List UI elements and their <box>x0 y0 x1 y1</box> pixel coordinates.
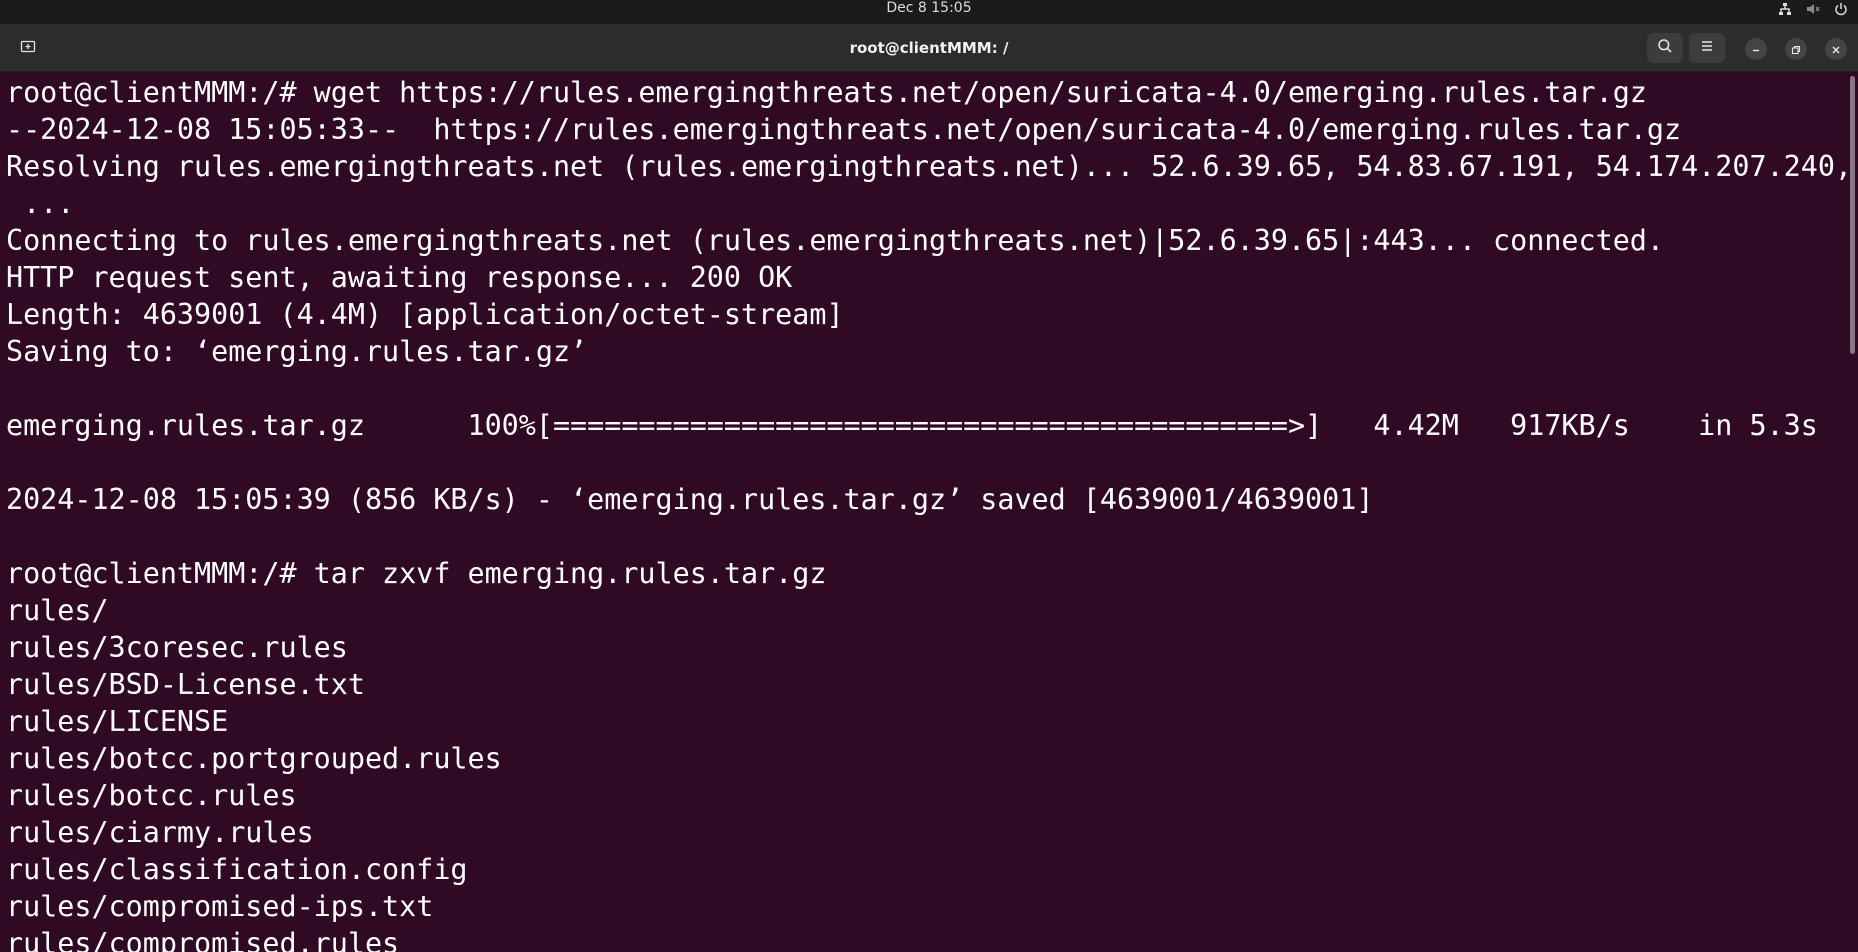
terminal-line: rules/compromised.rules <box>6 927 400 952</box>
terminal-line: Resolving rules.emergingthreats.net (rul… <box>6 150 1846 183</box>
terminal-line: ... <box>6 187 75 220</box>
minimize-icon <box>1751 40 1761 59</box>
terminal-line: emerging.rules.tar.gz 100%[=============… <box>6 409 1818 442</box>
terminal-line: rules/BSD-License.txt <box>6 668 365 701</box>
window-title: root@clientMMM: / <box>849 39 1009 57</box>
power-icon[interactable] <box>1834 2 1848 16</box>
terminal-line: rules/compromised-ips.txt <box>6 890 434 923</box>
terminal-line: rules/botcc.rules <box>6 779 297 812</box>
network-icon[interactable] <box>1778 2 1792 16</box>
terminal-line: 2024-12-08 15:05:39 (856 KB/s) - ‘emergi… <box>6 483 1374 516</box>
system-tray[interactable] <box>1778 0 1848 17</box>
terminal-scrollbar[interactable] <box>1846 72 1858 952</box>
terminal-line: root@clientMMM:/# tar zxvf emerging.rule… <box>6 557 827 590</box>
terminal-line: root@clientMMM:/# wget https://rules.eme… <box>6 76 1647 109</box>
terminal-line: rules/LICENSE <box>6 705 229 738</box>
terminal-line: rules/ciarmy.rules <box>6 816 314 849</box>
scrollbar-thumb[interactable] <box>1850 76 1855 354</box>
clock[interactable]: Dec 8 15:05 <box>0 0 1858 24</box>
minimize-button[interactable] <box>1745 38 1767 60</box>
terminal-header-bar: root@clientMMM: / <box>0 24 1858 72</box>
system-top-bar: Dec 8 15:05 <box>0 0 1858 24</box>
restore-button[interactable] <box>1785 38 1807 60</box>
terminal-line: rules/3coresec.rules <box>6 631 348 664</box>
terminal-line: rules/botcc.portgrouped.rules <box>6 742 502 775</box>
terminal-line: --2024-12-08 15:05:33-- https://rules.em… <box>6 113 1682 146</box>
terminal-output[interactable]: root@clientMMM:/# wget https://rules.eme… <box>0 72 1846 952</box>
search-icon <box>1657 38 1673 58</box>
restore-icon <box>1791 40 1801 59</box>
close-button[interactable] <box>1825 38 1847 60</box>
menu-button[interactable] <box>1689 33 1725 63</box>
terminal-line: HTTP request sent, awaiting response... … <box>6 261 793 294</box>
close-icon <box>1831 40 1841 59</box>
search-button[interactable] <box>1647 33 1683 63</box>
terminal-line: Length: 4639001 (4.4M) [application/octe… <box>6 298 844 331</box>
terminal-line: Saving to: ‘emerging.rules.tar.gz’ <box>6 335 588 368</box>
volume-muted-icon[interactable] <box>1806 2 1820 16</box>
terminal-line: rules/ <box>6 594 109 627</box>
terminal-line: Connecting to rules.emergingthreats.net … <box>6 224 1664 257</box>
terminal-line: rules/classification.config <box>6 853 468 886</box>
hamburger-menu-icon <box>1699 38 1715 58</box>
